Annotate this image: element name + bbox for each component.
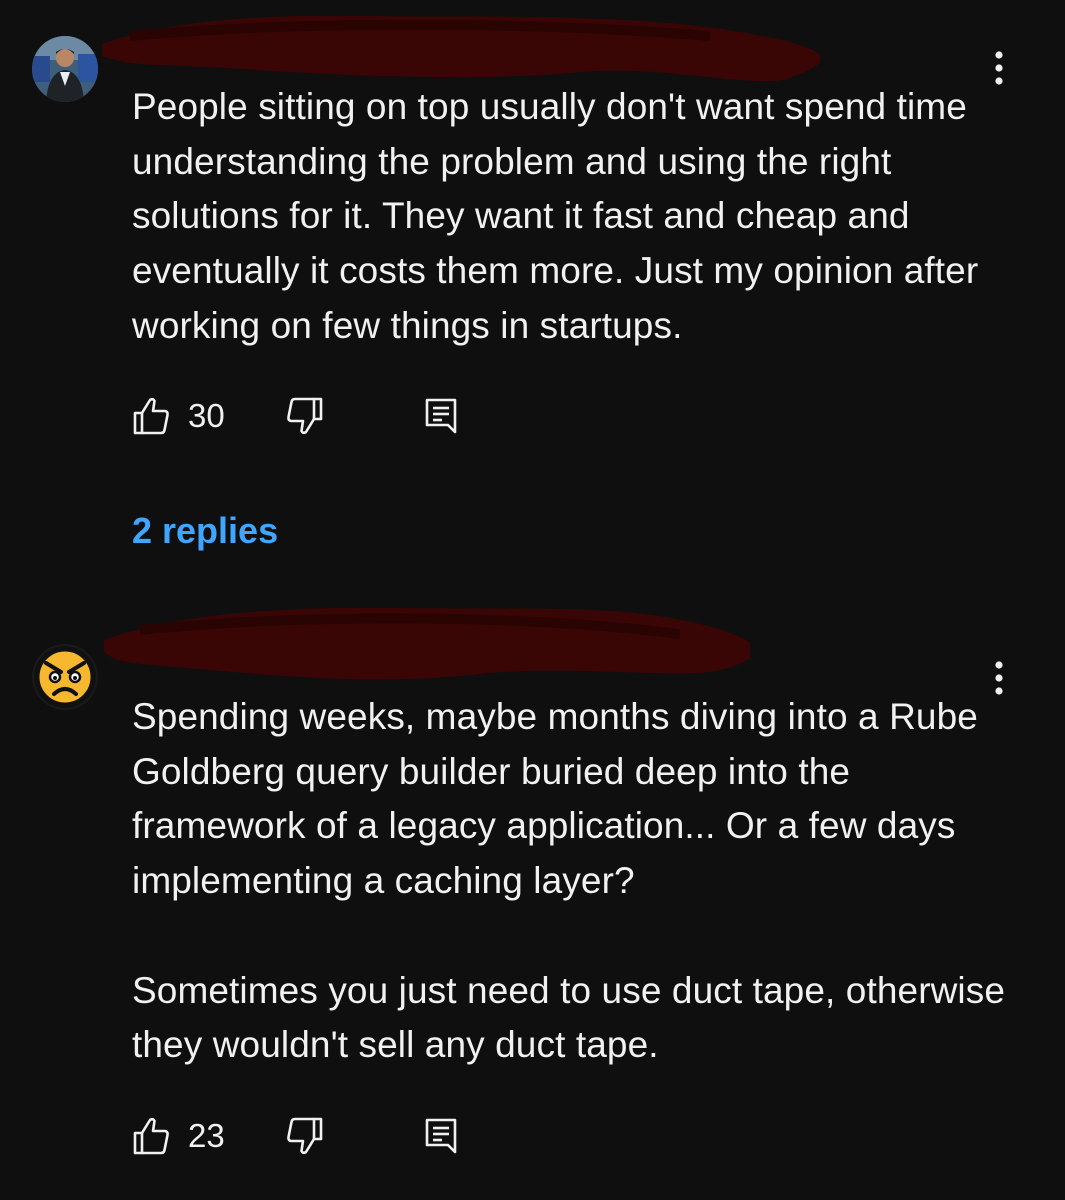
comment-body: Spending weeks, maybe months diving into… [132, 696, 1006, 1066]
dislike-button[interactable] [286, 1114, 324, 1158]
thumbs-up-icon [133, 397, 169, 435]
dislike-button[interactable] [286, 394, 324, 438]
comment-body: People sitting on top usually don't want… [132, 86, 989, 346]
comment-1: People sitting on top usually don't want… [0, 0, 1065, 580]
thumbs-down-icon [287, 1117, 323, 1155]
reply-button[interactable] [424, 394, 458, 438]
view-replies-link[interactable]: 2 replies [132, 510, 278, 552]
comment-actions: 23 [132, 1114, 532, 1158]
author-name-redacted [100, 594, 755, 684]
avatar-user-photo[interactable] [32, 36, 98, 102]
like-count: 23 [188, 1117, 225, 1154]
reply-comment-icon [425, 398, 457, 434]
thumbs-up-icon [133, 1117, 169, 1155]
comment-actions: 30 [132, 394, 532, 438]
reply-button[interactable] [424, 1114, 458, 1158]
angry-face-emoji [32, 644, 98, 710]
avatar-photo-image [32, 36, 98, 102]
like-button[interactable]: 30 [132, 394, 225, 438]
redaction-scribble [102, 15, 822, 82]
redaction-scribble [104, 607, 755, 680]
like-button[interactable]: 23 [132, 1114, 225, 1158]
comment-2: Spending weeks, maybe months diving into… [0, 580, 1065, 1200]
reply-comment-icon [425, 1118, 457, 1154]
avatar-emoji[interactable] [32, 644, 98, 710]
author-name-redacted [100, 6, 822, 86]
like-count: 30 [188, 397, 225, 434]
thumbs-down-icon [287, 397, 323, 435]
